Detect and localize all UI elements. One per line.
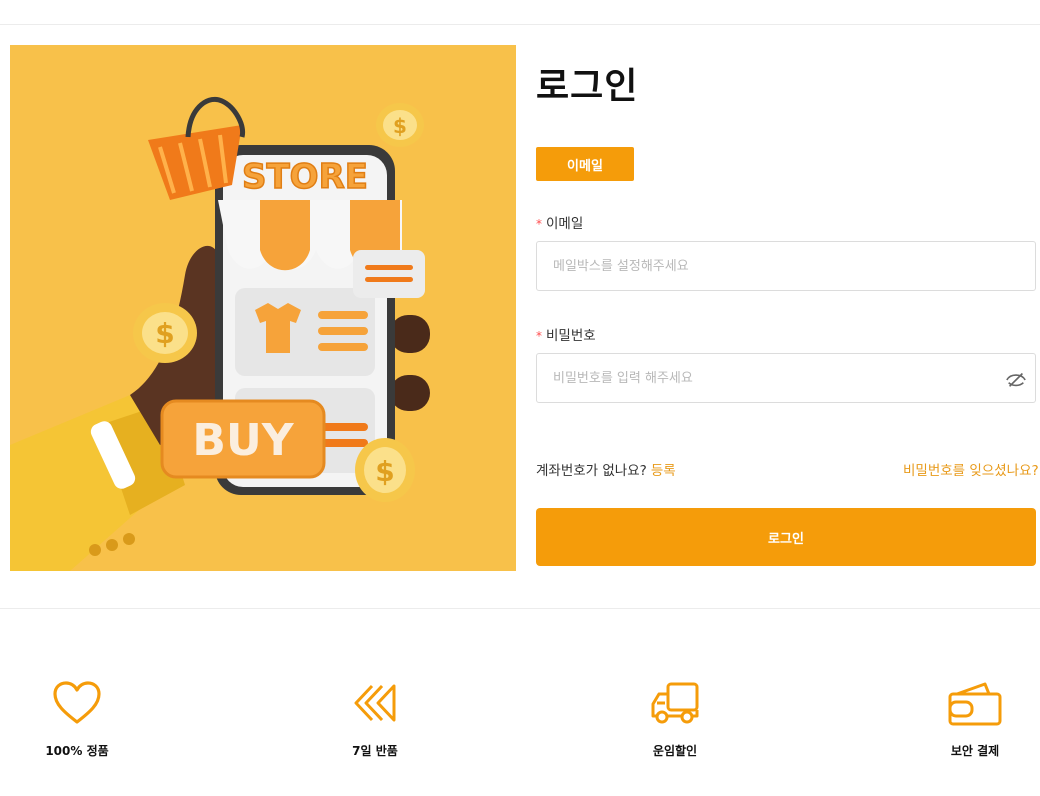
login-button[interactable]: 로그인 bbox=[536, 508, 1036, 566]
shopping-phone-illustration: STORE BUY $ $ $ bbox=[10, 96, 430, 571]
tab-email[interactable]: 이메일 bbox=[536, 147, 634, 181]
feature-label: 100% 정품 bbox=[45, 744, 109, 758]
email-field-container bbox=[536, 241, 1036, 291]
store-sign-text: STORE bbox=[242, 157, 368, 197]
feature-return: 7일 반품 bbox=[305, 680, 445, 759]
page-title: 로그인 bbox=[536, 66, 639, 107]
feature-label: 운임할인 bbox=[652, 744, 698, 758]
truck-icon bbox=[651, 682, 699, 724]
register-link[interactable]: 등록 bbox=[651, 463, 676, 479]
svg-text:$: $ bbox=[155, 317, 174, 350]
buy-sign-text: BUY bbox=[192, 415, 294, 466]
feature-secure-payment: 보안 결제 bbox=[905, 680, 1040, 759]
coin-icon: $ bbox=[355, 438, 415, 502]
wallet-icon bbox=[948, 682, 1002, 726]
required-mark: * bbox=[536, 217, 542, 231]
feature-label: 보안 결제 bbox=[950, 744, 1000, 758]
no-account-text: 계좌번호가 없나요? bbox=[536, 463, 647, 479]
password-label: * 비밀번호 bbox=[536, 324, 596, 344]
heart-icon bbox=[53, 681, 101, 724]
password-field-container bbox=[536, 353, 1036, 403]
svg-text:$: $ bbox=[393, 114, 407, 138]
section-divider bbox=[0, 608, 1040, 609]
password-label-text: 비밀번호 bbox=[546, 328, 596, 344]
svg-text:$: $ bbox=[375, 455, 394, 488]
hero-illustration: STORE BUY $ $ $ bbox=[10, 45, 516, 571]
header-divider bbox=[0, 24, 1040, 25]
feature-genuine: 100% 정품 bbox=[7, 680, 147, 759]
email-label-text: 이메일 bbox=[546, 216, 584, 232]
email-label: * 이메일 bbox=[536, 212, 583, 232]
email-field[interactable] bbox=[537, 242, 1035, 290]
coin-icon: $ bbox=[133, 303, 197, 363]
register-row: 계좌번호가 없나요? 등록 bbox=[536, 459, 676, 479]
rewind-icon bbox=[354, 684, 396, 722]
feature-shipping: 운임할인 bbox=[605, 680, 745, 759]
password-field[interactable] bbox=[537, 354, 1035, 402]
coin-icon: $ bbox=[376, 103, 424, 147]
eye-off-icon[interactable] bbox=[1005, 368, 1027, 390]
feature-label: 7일 반품 bbox=[352, 744, 398, 758]
required-mark: * bbox=[536, 329, 542, 343]
forgot-password-link[interactable]: 비밀번호를 잊으셨나요? bbox=[903, 459, 1039, 479]
